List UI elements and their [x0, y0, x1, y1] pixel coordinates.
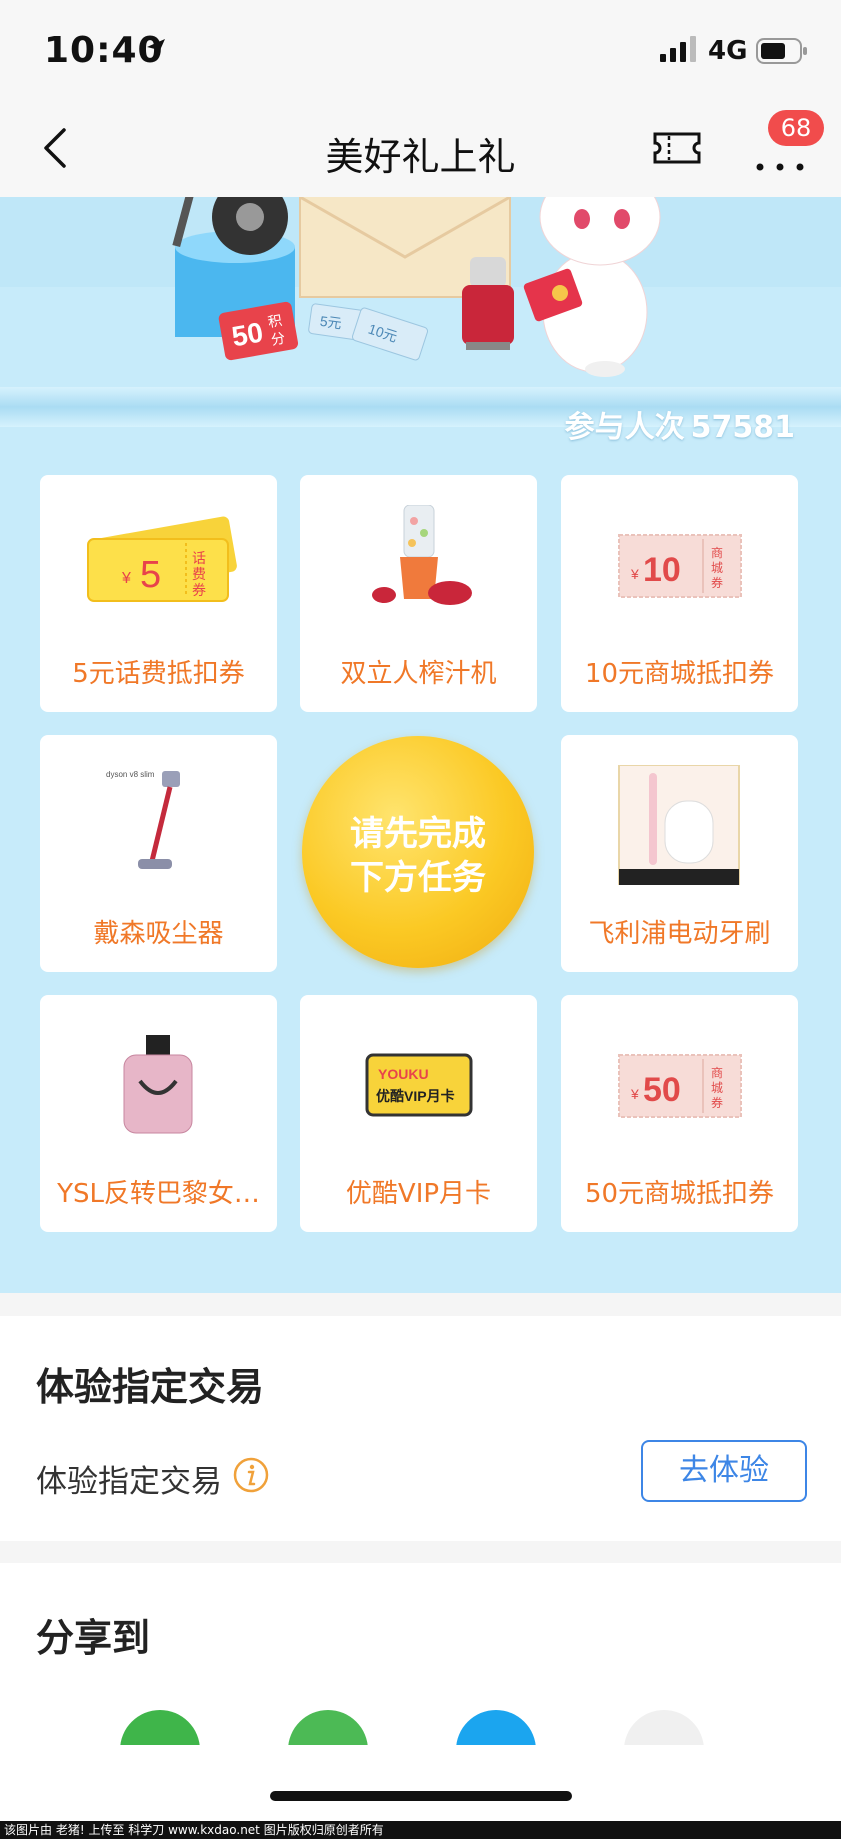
- draw-button-line2: 下方任务: [350, 858, 486, 898]
- experience-task-label: 体验指定交易: [36, 1464, 222, 1500]
- signal-icon: [660, 36, 696, 62]
- dyson-vacuum-image: dyson v8 slim: [106, 770, 180, 869]
- svg-text:城: 城: [711, 561, 723, 575]
- banner-voucher-5: 5元: [319, 313, 343, 332]
- location-arrow-icon: [147, 39, 165, 57]
- toothbrush-image: [618, 765, 740, 885]
- prize-label: 戴森吸尘器: [93, 919, 224, 949]
- network-label: 4G: [708, 36, 748, 66]
- svg-text:分: 分: [270, 330, 287, 348]
- home-indicator: [270, 1791, 572, 1801]
- draw-button-line1: 请先完成: [350, 814, 486, 854]
- juicer-image: [372, 505, 472, 605]
- svg-text:券: 券: [711, 575, 723, 590]
- svg-text:50: 50: [643, 1071, 681, 1109]
- svg-text:dyson v8 slim: dyson v8 slim: [106, 770, 155, 779]
- svg-text:优酷VIP月卡: 优酷VIP月卡: [376, 1088, 455, 1104]
- prize-label: 10元商城抵扣券: [584, 659, 775, 689]
- prize-card-phone-voucher[interactable]: ¥ 5 话 费 券 5元话费抵扣券: [40, 475, 277, 712]
- prize-card-dyson[interactable]: dyson v8 slim 戴森吸尘器: [40, 735, 277, 972]
- svg-text:10: 10: [643, 551, 681, 589]
- prize-label: 飞利浦电动牙刷: [588, 919, 771, 949]
- experience-section: 体验指定交易 体验指定交易 去体验: [0, 1316, 841, 1541]
- prize-card-ysl[interactable]: YSL反转巴黎女…: [40, 995, 277, 1232]
- youku-card-image: YOUKU 优酷VIP月卡: [365, 1053, 473, 1117]
- banner-illustration: 50 积 分 5元 10元: [172, 197, 661, 377]
- svg-text:城: 城: [711, 1081, 723, 1095]
- prize-card-toothbrush[interactable]: 飞利浦电动牙刷: [561, 735, 798, 972]
- svg-text:话: 话: [192, 550, 206, 566]
- watermark-footer: 该图片由 老猪! 上传至 科学刀 www.kxdao.net 图片版权归原创者所…: [0, 1821, 841, 1839]
- phone-voucher-image: ¥ 5 话 费 券: [87, 516, 237, 602]
- draw-button[interactable]: 请先完成 下方任务: [302, 736, 534, 968]
- ticket-icon[interactable]: [652, 128, 702, 168]
- svg-text:商: 商: [711, 545, 723, 560]
- prize-label: 优酷VIP月卡: [345, 1179, 492, 1209]
- status-bar: 10:40 4G: [0, 0, 841, 100]
- page-title: 美好礼上礼: [325, 135, 516, 179]
- svg-text:YOUKU: YOUKU: [378, 1066, 429, 1082]
- svg-text:¥: ¥: [121, 570, 131, 587]
- prize-card-mall-voucher-10[interactable]: ¥ 10 商 城 券 10元商城抵扣券: [561, 475, 798, 712]
- mall-voucher-50-image: ¥ 50 商 城 券: [618, 1054, 742, 1118]
- prize-card-mall-voucher-50[interactable]: ¥ 50 商 城 券 50元商城抵扣券: [561, 995, 798, 1232]
- prize-card-juicer[interactable]: 双立人榨汁机: [300, 475, 537, 712]
- svg-text:费: 费: [192, 566, 206, 582]
- perfume-image: [123, 1035, 193, 1134]
- participants-count: 参与人次 57581: [559, 402, 795, 446]
- svg-text:积: 积: [267, 312, 284, 330]
- svg-text:¥: ¥: [630, 1086, 639, 1102]
- prize-label: 5元话费抵扣券: [72, 659, 245, 689]
- share-title: 分享到: [36, 1616, 151, 1660]
- prize-label: YSL反转巴黎女…: [57, 1179, 260, 1209]
- svg-text:商: 商: [711, 1065, 723, 1080]
- banner-coupon-text: 50: [229, 316, 265, 352]
- experience-title: 体验指定交易: [36, 1365, 265, 1409]
- try-button[interactable]: 去体验: [641, 1440, 807, 1502]
- prize-label: 50元商城抵扣券: [584, 1179, 775, 1209]
- nav-bar: 美好礼上礼: [0, 100, 841, 197]
- participants-number: 57581: [690, 410, 795, 445]
- info-icon[interactable]: [232, 1456, 270, 1494]
- svg-text:¥: ¥: [630, 566, 639, 582]
- prize-card-youku[interactable]: YOUKU 优酷VIP月卡 优酷VIP月卡: [300, 995, 537, 1232]
- participants-label: 参与人次: [564, 410, 685, 445]
- prize-label: 双立人榨汁机: [340, 659, 497, 689]
- notification-badge: 68: [768, 110, 824, 146]
- svg-text:券: 券: [711, 1095, 723, 1110]
- svg-text:5: 5: [140, 554, 161, 596]
- svg-text:券: 券: [192, 582, 206, 598]
- battery-icon: [756, 38, 807, 64]
- draw-button-text: 请先完成 下方任务: [302, 812, 534, 900]
- mall-voucher-10-image: ¥ 10 商 城 券: [618, 534, 742, 598]
- bottom-area: [0, 1745, 841, 1821]
